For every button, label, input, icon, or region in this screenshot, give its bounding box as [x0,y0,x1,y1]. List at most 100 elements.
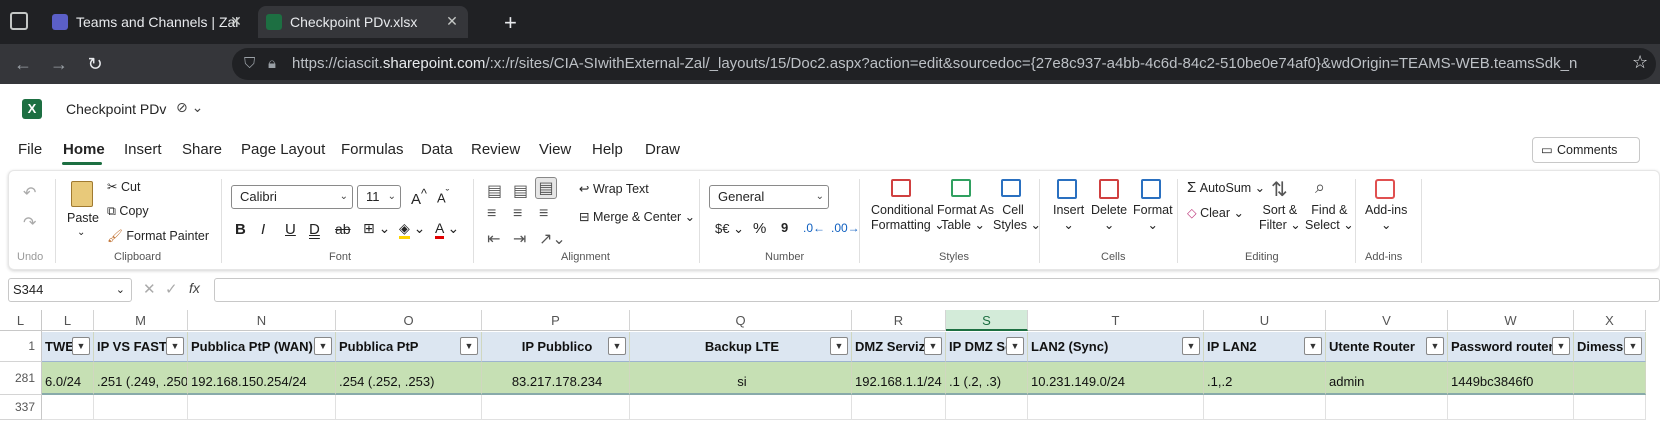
conditional-formatting-button[interactable]: Conditional Formatting ⌄ [871,203,945,233]
cell-r281[interactable]: 192.168.1.1/24 [852,362,946,395]
decrease-font-icon[interactable]: Aˇ [437,188,449,205]
cell-u337[interactable] [1204,395,1326,420]
header-cell-q[interactable]: Backup LTE ▼ [630,332,852,362]
italic-icon[interactable]: I [261,221,265,238]
cell-t337[interactable] [1028,395,1204,420]
header-cell-l[interactable]: TWEB ▼ [42,332,94,362]
borders-icon[interactable]: ⊞ ⌄ [363,220,390,237]
cell-v281[interactable]: admin [1326,362,1448,395]
header-cell-p[interactable]: IP Pubblico ▼ [482,332,630,362]
formula-input[interactable] [214,278,1660,302]
header-cell-r[interactable]: DMZ Servizi ▼ [852,332,946,362]
sort-filter-button[interactable]: Sort & Filter ⌄ [1259,203,1301,233]
cell-v337[interactable] [1326,395,1448,420]
cell-p281[interactable]: 83.217.178.234 [482,362,630,395]
row-header-337[interactable]: 337 [0,395,42,420]
back-icon[interactable]: ← [12,53,34,75]
menu-share[interactable]: Share [182,141,222,158]
menu-insert[interactable]: Insert [124,141,162,158]
cell-o281[interactable]: .254 (.252, .253) [336,362,482,395]
align-middle-icon[interactable]: ▤ [513,181,528,201]
fill-color-icon[interactable]: ◈ ⌄ [399,220,425,239]
column-header-x[interactable]: X [1574,310,1646,331]
row-header-281[interactable]: 281 [0,362,42,395]
header-cell-n[interactable]: Pubblica PtP (WAN) ▼ [188,332,336,362]
font-color-icon[interactable]: A ⌄ [435,220,459,239]
menu-file[interactable]: File [18,141,42,158]
tab-checkpoint[interactable]: Checkpoint PDv.xlsx ✕ [258,6,468,38]
cell-m337[interactable] [94,395,188,420]
cell-x281[interactable] [1574,362,1646,395]
filter-dropdown-icon[interactable]: ▼ [608,337,626,355]
insert-cells-button[interactable]: Insert ⌄ [1053,203,1084,233]
cut-button[interactable]: ✂ Cut [107,179,140,194]
menu-page-layout[interactable]: Page Layout [241,141,325,158]
redo-icon[interactable]: ↷ [23,213,36,233]
column-header-q[interactable]: Q [630,310,852,331]
url-field[interactable]: ⛉ 🔒︎ https://ciascit.sharepoint.com/:x:/… [232,48,1656,80]
filter-dropdown-icon[interactable]: ▼ [830,337,848,355]
cell-n337[interactable] [188,395,336,420]
format-as-table-button[interactable]: Format As Table ⌄ [937,203,994,233]
merge-center-button[interactable]: ⊟ Merge & Center ⌄ [579,209,695,224]
filter-dropdown-icon[interactable]: ▼ [1182,337,1200,355]
filter-dropdown-icon[interactable]: ▼ [1624,337,1642,355]
wrap-text-button[interactable]: ↩ Wrap Text [579,181,649,196]
column-header-u[interactable]: U [1204,310,1326,331]
column-header-o[interactable]: O [336,310,482,331]
cell-r337[interactable] [852,395,946,420]
header-cell-s[interactable]: IP DMZ Se ▼ [946,332,1028,362]
select-all-corner[interactable]: L [0,310,42,331]
filter-dropdown-icon[interactable]: ▼ [1426,337,1444,355]
new-tab-icon[interactable]: + [504,10,517,36]
clear-button[interactable]: ◇ Clear ⌄ [1187,205,1244,220]
header-cell-t[interactable]: LAN2 (Sync) ▼ [1028,332,1204,362]
orientation-icon[interactable]: ↗⌄ [539,229,566,249]
percent-button[interactable]: % [753,220,766,237]
header-cell-u[interactable]: IP LAN2 ▼ [1204,332,1326,362]
menu-draw[interactable]: Draw [645,141,680,158]
menu-formulas[interactable]: Formulas [341,141,404,158]
header-cell-v[interactable]: Utente Router ▼ [1326,332,1448,362]
filter-dropdown-icon[interactable]: ▼ [1304,337,1322,355]
cell-t281[interactable]: 10.231.149.0/24 [1028,362,1204,395]
spreadsheet-grid[interactable]: L LMNOPQRSTUVWX 1 281 337 TWEB ▼ 6.0/24 IP … [0,310,1660,436]
cell-w281[interactable]: 1449bc3846f0 [1448,362,1574,395]
row-header-1[interactable]: 1 [0,331,42,362]
filter-dropdown-icon[interactable]: ▼ [72,337,90,355]
format-painter-button[interactable]: 🖌︎ Format Painter [107,229,209,244]
filter-dropdown-icon[interactable]: ▼ [924,337,942,355]
align-left-icon[interactable]: ≡ [487,205,496,223]
cell-w337[interactable] [1448,395,1574,420]
column-header-t[interactable]: T [1028,310,1204,331]
bookmark-star-icon[interactable]: ☆ [1632,52,1648,73]
align-top-icon[interactable]: ▤ [487,181,502,201]
filter-dropdown-icon[interactable]: ▼ [1552,337,1570,355]
decrease-decimal-icon[interactable]: .00→ [831,221,860,235]
comma-button[interactable]: 9 [781,220,788,235]
addins-button[interactable]: Add-ins ⌄ [1365,203,1407,233]
reload-icon[interactable]: ↻ [84,53,106,75]
tab-teams[interactable]: Teams and Channels | Zal ✕ [44,6,252,38]
bold-icon[interactable]: B [235,221,246,238]
saved-status-icon[interactable]: ⊘ ⌄ [176,99,203,116]
header-cell-m[interactable]: IP VS FASTW ▼ [94,332,188,362]
delete-cells-button[interactable]: Delete ⌄ [1091,203,1127,233]
cell-l281[interactable]: 6.0/24 [42,362,94,395]
filter-dropdown-icon[interactable]: ▼ [314,337,332,355]
cell-q337[interactable] [630,395,852,420]
cell-s281[interactable]: .1 (.2, .3) [946,362,1028,395]
cell-s337[interactable] [946,395,1028,420]
undo-icon[interactable]: ↶ [23,183,36,203]
forward-icon[interactable]: → [48,53,70,75]
filter-dropdown-icon[interactable]: ▼ [166,337,184,355]
column-header-r[interactable]: R [852,310,946,331]
filter-dropdown-icon[interactable]: ▼ [1006,337,1024,355]
cell-q281[interactable]: si [630,362,852,395]
column-header-s[interactable]: S [946,310,1028,331]
cell-o337[interactable] [336,395,482,420]
close-icon[interactable]: ✕ [228,13,244,29]
column-header-p[interactable]: P [482,310,630,331]
document-title[interactable]: Checkpoint PDv [66,101,166,117]
header-cell-x[interactable]: Dimess ▼ [1574,332,1646,362]
